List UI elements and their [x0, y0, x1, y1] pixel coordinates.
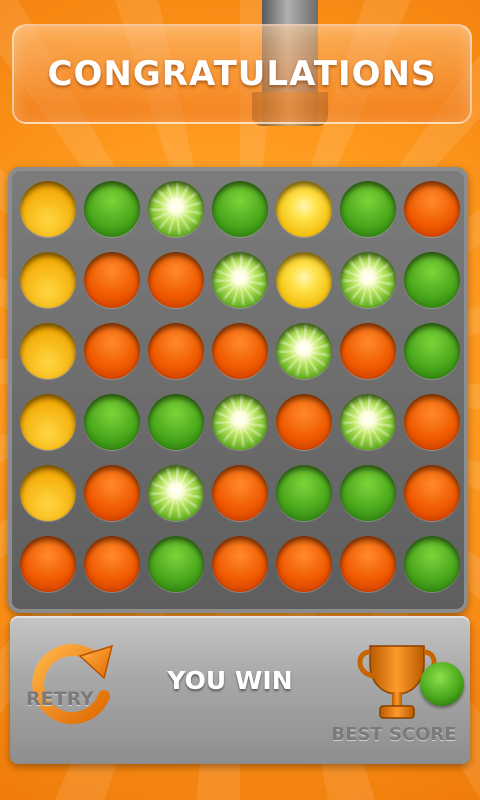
retry-arrow-icon[interactable]	[24, 640, 120, 730]
board-slot[interactable]	[148, 181, 204, 237]
board-slot[interactable]	[340, 252, 396, 308]
congratulations-banner: CONGRATULATIONS	[12, 24, 472, 124]
banner-title: CONGRATULATIONS	[47, 54, 437, 94]
board-slot[interactable]	[84, 394, 140, 450]
board-slot[interactable]	[84, 252, 140, 308]
board-slot[interactable]	[404, 394, 460, 450]
board-slot[interactable]	[404, 252, 460, 308]
board-slot[interactable]	[276, 536, 332, 592]
board-slot[interactable]	[84, 181, 140, 237]
board-slot[interactable]	[148, 323, 204, 379]
board-slot[interactable]	[148, 536, 204, 592]
board-slot[interactable]	[20, 181, 76, 237]
board-slot[interactable]	[20, 536, 76, 592]
retry-button[interactable]: RETRY	[26, 688, 116, 710]
board-slot[interactable]	[340, 394, 396, 450]
board-slot[interactable]	[212, 536, 268, 592]
board-slot[interactable]	[404, 181, 460, 237]
board-slot[interactable]	[84, 536, 140, 592]
board-slot[interactable]	[276, 465, 332, 521]
board-slot[interactable]	[276, 323, 332, 379]
board-slot[interactable]	[20, 465, 76, 521]
board-slot[interactable]	[148, 465, 204, 521]
board-slot[interactable]	[212, 181, 268, 237]
board-slot[interactable]	[212, 323, 268, 379]
board-slot[interactable]	[212, 252, 268, 308]
best-score-button[interactable]: BEST SCORE	[314, 724, 474, 745]
board-slot[interactable]	[148, 394, 204, 450]
board-slot[interactable]	[340, 536, 396, 592]
board-slot[interactable]	[20, 394, 76, 450]
game-board[interactable]	[8, 167, 468, 613]
best-score-ball	[420, 662, 464, 706]
board-slot[interactable]	[276, 252, 332, 308]
board-slot[interactable]	[276, 394, 332, 450]
board-slot[interactable]	[84, 323, 140, 379]
game-result-text: YOU WIN	[167, 666, 293, 695]
board-slot[interactable]	[404, 323, 460, 379]
board-slot[interactable]	[212, 465, 268, 521]
board-slot[interactable]	[404, 536, 460, 592]
board-slot[interactable]	[84, 465, 140, 521]
board-slot[interactable]	[212, 394, 268, 450]
board-slot[interactable]	[20, 252, 76, 308]
board-slot[interactable]	[340, 323, 396, 379]
board-slot[interactable]	[404, 465, 460, 521]
board-slot[interactable]	[148, 252, 204, 308]
board-slot[interactable]	[340, 181, 396, 237]
board-slot[interactable]	[340, 465, 396, 521]
board-slot[interactable]	[276, 181, 332, 237]
board-slot[interactable]	[20, 323, 76, 379]
